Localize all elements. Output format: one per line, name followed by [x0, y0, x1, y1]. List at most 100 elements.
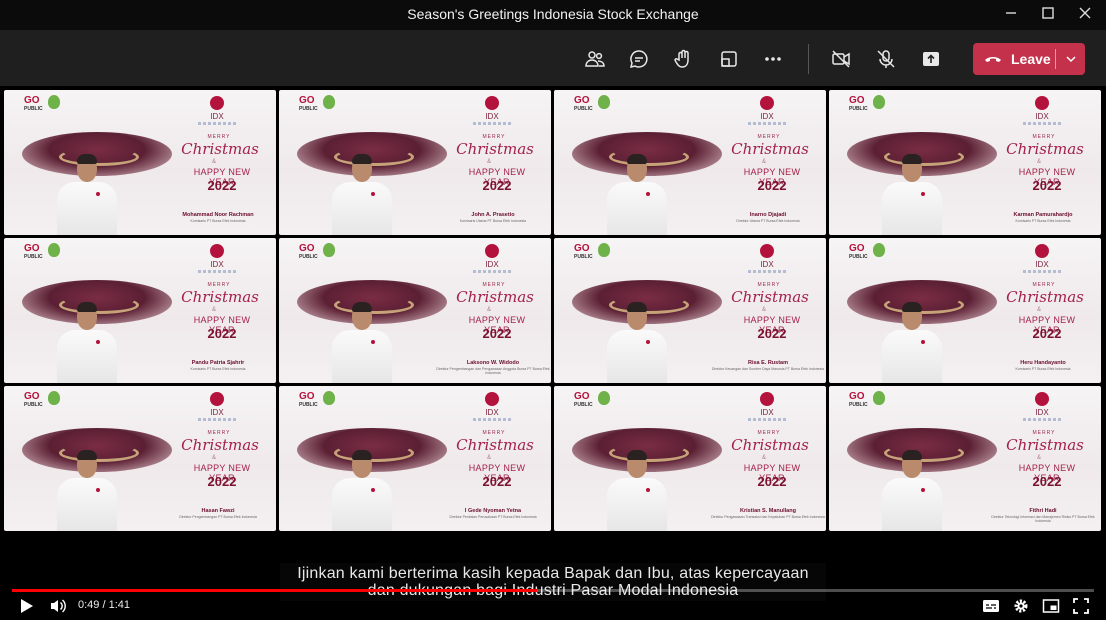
- volume-button[interactable]: [48, 596, 68, 616]
- participants-button[interactable]: [580, 44, 610, 74]
- maximize-icon: [1042, 7, 1054, 19]
- ampersand-text: &: [1037, 159, 1042, 165]
- green-logo-icon: [873, 95, 885, 109]
- christmas-text: Christmas: [456, 140, 534, 158]
- close-button[interactable]: [1068, 0, 1102, 26]
- time-display: 0:49 / 1:41: [78, 599, 130, 611]
- captions-button[interactable]: [981, 596, 1001, 616]
- year-text: 2022: [482, 326, 512, 341]
- video-player-controls: 0:49 / 1:41: [0, 592, 1106, 620]
- participant-title: Direktur Pengawasan Transaksi dan Kepatu…: [711, 515, 825, 519]
- idx-logo-text: IDX: [210, 112, 224, 121]
- christmas-text: Christmas: [731, 288, 809, 306]
- go-public-logo: GO PUBLIC: [299, 95, 318, 113]
- settings-button[interactable]: [1011, 596, 1031, 616]
- maximize-button[interactable]: [1031, 0, 1065, 26]
- idx-subline: [1023, 418, 1063, 421]
- participant-tile[interactable]: GO PUBLIC IDX MERRY Christmas & HAPPY NEW…: [829, 386, 1101, 531]
- participant-tile[interactable]: GO PUBLIC IDX MERRY Christmas & HAPPY NEW…: [279, 386, 551, 531]
- idx-logo-text: IDX: [210, 260, 224, 269]
- participant-grid: GO PUBLIC IDX MERRY Christmas & HAPPY NEW…: [4, 90, 1102, 532]
- participant-video: [602, 302, 672, 383]
- participant-tile[interactable]: GO PUBLIC IDX MERRY Christmas & HAPPY NEW…: [829, 90, 1101, 235]
- idx-logo-text: IDX: [485, 408, 499, 417]
- participant-tile[interactable]: GO PUBLIC IDX MERRY Christmas & HAPPY NEW…: [4, 238, 276, 383]
- christmas-text: Christmas: [1006, 140, 1084, 158]
- idx-logo-icon: [485, 392, 499, 406]
- idx-logo-text: IDX: [485, 260, 499, 269]
- idx-subline: [473, 122, 513, 125]
- go-public-logo: GO PUBLIC: [24, 95, 43, 113]
- idx-subline: [748, 418, 788, 421]
- miniplayer-button[interactable]: [1041, 596, 1061, 616]
- participant-tile[interactable]: GO PUBLIC IDX MERRY Christmas & HAPPY NEW…: [4, 386, 276, 531]
- year-text: 2022: [207, 178, 237, 193]
- share-screen-button[interactable]: [916, 44, 946, 74]
- participant-tile[interactable]: GO PUBLIC IDX MERRY Christmas & HAPPY NEW…: [554, 238, 826, 383]
- view-button[interactable]: [714, 44, 744, 74]
- play-button[interactable]: [16, 596, 36, 616]
- leave-button[interactable]: Leave: [973, 43, 1085, 75]
- year-text: 2022: [757, 326, 787, 341]
- ampersand-text: &: [762, 159, 767, 165]
- view-icon: [721, 51, 737, 67]
- idx-logo-icon: [760, 96, 774, 110]
- meeting-toolbar: Leave: [0, 30, 1106, 86]
- christmas-text: Christmas: [181, 436, 259, 454]
- fullscreen-button[interactable]: [1071, 596, 1091, 616]
- idx-logo-icon: [485, 96, 499, 110]
- participant-tile[interactable]: GO PUBLIC IDX MERRY Christmas & HAPPY NEW…: [279, 90, 551, 235]
- participant-name: Fithri Hadi: [1029, 508, 1057, 514]
- more-options-button[interactable]: [758, 44, 788, 74]
- participant-tile[interactable]: GO PUBLIC IDX MERRY Christmas & HAPPY NEW…: [829, 238, 1101, 383]
- green-logo-icon: [323, 95, 335, 109]
- minimize-button[interactable]: [994, 0, 1028, 26]
- camera-toggle-button[interactable]: [826, 44, 856, 74]
- idx-logo-icon: [760, 244, 774, 258]
- raise-hand-button[interactable]: [669, 44, 699, 74]
- leave-divider: [1055, 49, 1056, 69]
- participant-video: [327, 302, 397, 383]
- go-public-logo: GO PUBLIC: [574, 95, 593, 113]
- participant-tile[interactable]: GO PUBLIC IDX MERRY Christmas & HAPPY NEW…: [554, 386, 826, 531]
- participant-title: Direktur Penilaian Perusahaan PT Bursa E…: [449, 515, 537, 519]
- ampersand-text: &: [762, 307, 767, 313]
- participant-title: Komisaris Utama PT Bursa Efek Indonesia: [459, 219, 527, 223]
- ampersand-text: &: [1037, 455, 1042, 461]
- green-logo-icon: [48, 243, 60, 257]
- toolbar-divider: [808, 44, 809, 74]
- captions-icon: [983, 600, 999, 612]
- idx-logo-icon: [210, 96, 224, 110]
- people-icon: [585, 51, 605, 67]
- miniplayer-icon: [1042, 599, 1060, 613]
- year-text: 2022: [482, 474, 512, 489]
- year-text: 2022: [1032, 178, 1062, 193]
- mic-toggle-button[interactable]: [871, 44, 901, 74]
- go-public-logo: GO PUBLIC: [299, 243, 318, 261]
- green-logo-icon: [48, 391, 60, 405]
- go-public-logo: GO PUBLIC: [24, 391, 43, 409]
- idx-logo-text: IDX: [210, 408, 224, 417]
- chat-button[interactable]: [624, 44, 654, 74]
- christmas-text: Christmas: [731, 436, 809, 454]
- idx-logo-icon: [760, 392, 774, 406]
- subtitle-line-1: Ijinkan kami berterima kasih kepada Bapa…: [297, 565, 809, 582]
- participant-tile[interactable]: GO PUBLIC IDX MERRY Christmas & HAPPY NEW…: [279, 238, 551, 383]
- participant-tile[interactable]: GO PUBLIC IDX MERRY Christmas & HAPPY NEW…: [554, 90, 826, 235]
- idx-logo-icon: [485, 244, 499, 258]
- fullscreen-icon: [1073, 598, 1089, 614]
- year-text: 2022: [207, 474, 237, 489]
- idx-logo-text: IDX: [1035, 112, 1049, 121]
- play-icon: [21, 599, 33, 613]
- chevron-down-icon[interactable]: [1063, 51, 1079, 67]
- participant-name: Inarno Djajadi: [749, 212, 787, 218]
- phone-hangup-icon: [985, 57, 1001, 62]
- participant-name: I Gede Nyoman Yetna: [464, 508, 522, 514]
- participant-video: [327, 154, 397, 235]
- ampersand-text: &: [1037, 307, 1042, 313]
- participant-title: Direktur Pengembangan PT Bursa Efek Indo…: [179, 515, 257, 519]
- idx-subline: [1023, 122, 1063, 125]
- participant-name: Heru Handayanto: [1020, 360, 1066, 366]
- idx-logo-icon: [210, 244, 224, 258]
- participant-tile[interactable]: GO PUBLIC IDX MERRY Christmas & HAPPY NEW…: [4, 90, 276, 235]
